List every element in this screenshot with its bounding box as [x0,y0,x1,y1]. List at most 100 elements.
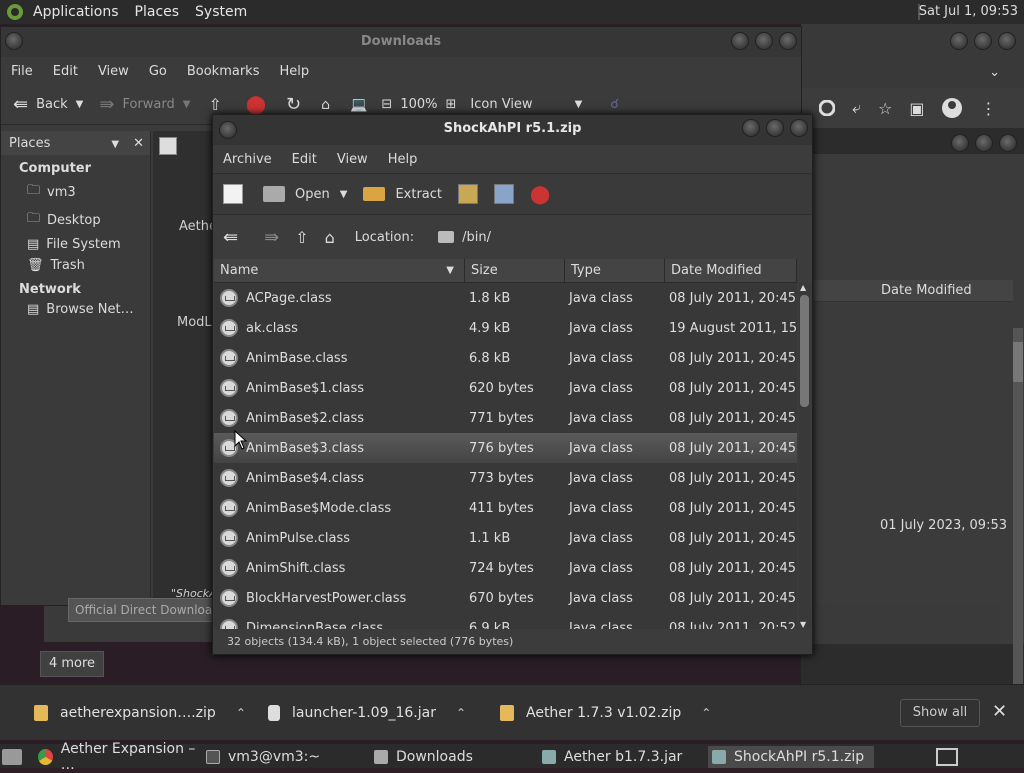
mate-logo-icon[interactable] [6,3,24,21]
location-path[interactable]: /bin/ [438,230,491,245]
menu-edit[interactable]: Edit [43,64,88,79]
sidebar-close-icon[interactable]: ✕ [133,136,144,151]
table-row[interactable]: AnimPulse.class 1.1 kB Java class 08 July 2… [214,523,797,553]
archive-close-button[interactable] [790,119,808,137]
show-all-button[interactable]: Show all [900,699,980,727]
forward-dropdown-icon[interactable]: ▼ [183,99,191,110]
menu-bookmarks[interactable]: Bookmarks [177,64,270,79]
menu-help[interactable]: Help [269,64,319,79]
forward-arrow-icon[interactable]: ⇛ [99,94,114,115]
more-button[interactable]: 4 more [40,651,104,677]
computer-icon[interactable]: 💻 [350,97,367,113]
google-icon[interactable] [819,100,835,116]
sidebar-header[interactable]: Places ▼ ✕ [1,131,150,155]
column-name[interactable]: Name ▼ [214,259,465,282]
file-list-scrollbar[interactable]: ▲ ▼ [799,283,810,629]
column-type[interactable]: Type [565,259,665,282]
sidebar-item-browse-network[interactable]: ▤ Browse Net… [1,299,150,320]
workspace-switcher[interactable] [936,746,958,768]
sidebar-item-desktop[interactable]: 🗀 Desktop [1,206,150,234]
chevron-up-icon[interactable]: ⌃ [236,706,246,720]
table-row[interactable]: ak.class 4.9 kB Java class 19 August 2011, … [214,313,797,343]
table-row[interactable]: AnimBase$1.class 620 bytes Java class 08 Ju… [214,373,797,403]
menu-view[interactable]: View [327,152,378,167]
sidebar-dropdown-icon[interactable]: ▼ [111,139,119,150]
inner-close-button[interactable] [999,134,1017,152]
fm-minimize-button[interactable] [731,32,749,50]
table-row[interactable]: AnimBase$4.class 773 bytes Java class 08 Ju… [214,463,797,493]
profile-icon[interactable] [941,97,963,119]
download-item-2[interactable]: launcher-1.09_16.jar ⌃ [268,699,466,727]
forward-button[interactable]: Forward [122,97,174,112]
taskbar-item-aether-jar[interactable]: Aether b1.7.3.jar [542,746,706,768]
edit-location-icon[interactable] [159,137,177,155]
column-date-modified[interactable]: Date Modified [665,259,797,282]
zoom-out-icon[interactable]: ⊟ [381,97,392,112]
taskbar-item-terminal[interactable]: vm3@vm3:~ [206,746,370,768]
taskbar-item-chrome[interactable]: Aether Expansion – … [38,741,202,773]
new-archive-icon[interactable] [223,184,243,204]
back-dropdown-icon[interactable]: ▼ [76,99,84,110]
menu-places[interactable]: Places [135,4,180,20]
close-button[interactable] [998,32,1016,50]
open-dropdown-icon[interactable]: ▼ [340,189,348,200]
up-icon[interactable]: ⇧ [208,95,221,114]
close-shelf-icon[interactable]: ✕ [992,701,1007,722]
extract-button[interactable]: Extract [395,187,442,202]
archive-maximize-button[interactable] [766,119,784,137]
more-menu-icon[interactable]: ⋮ [980,99,996,118]
table-row[interactable]: BlockHarvestPower.class 670 bytes Java cla… [214,583,797,613]
fm-close-button[interactable] [779,32,797,50]
up-icon[interactable]: ⇧ [295,228,308,247]
column-size[interactable]: Size [465,259,565,282]
taskbar-item-shockahpi[interactable]: ShockAhPI r5.1.zip [708,746,874,768]
sidebar-item-trash[interactable]: 🗑 Trash [1,255,150,276]
archive-window-menu-button[interactable] [219,121,237,139]
open-icon[interactable] [263,186,285,202]
archive-minimize-button[interactable] [742,119,760,137]
stop-icon[interactable]: ⬤ [530,184,550,205]
star-icon[interactable]: ☆ [878,99,892,118]
add-files-icon[interactable] [458,184,478,204]
stop-icon[interactable]: ⬤ [246,94,266,115]
sidebar-item-vm3[interactable]: 🗀 vm3 [1,178,150,206]
view-mode-select[interactable]: Icon View [470,97,532,112]
table-row[interactable]: AnimShift.class 724 bytes Java class 08 Jul… [214,553,797,583]
reload-icon[interactable]: ↻ [286,94,301,115]
download-item-3[interactable]: Aether 1.7.3 v1.02.zip ⌃ [500,699,711,727]
official-download-button[interactable]: Official Direct Download [68,598,227,622]
zoom-in-icon[interactable]: ⊞ [446,97,457,112]
menu-file[interactable]: File [1,64,43,79]
menu-archive[interactable]: Archive [213,152,282,167]
back-button[interactable]: Back [36,97,68,112]
column-date-modified[interactable]: Date Modified [813,280,1013,302]
share-icon[interactable]: ⤶ [852,98,861,118]
menu-help[interactable]: Help [378,152,428,167]
view-mode-dropdown-icon[interactable]: ▼ [575,99,583,110]
table-row[interactable]: AnimBase$3.class 776 bytes Java class 08 Ju… [214,433,797,463]
menu-view[interactable]: View [88,64,139,79]
scrollbar-thumb[interactable] [1013,342,1023,382]
menu-system[interactable]: System [195,4,247,20]
menu-edit[interactable]: Edit [282,152,327,167]
table-row[interactable]: AnimBase$Mode.class 411 bytes Java class 08… [214,493,797,523]
table-row[interactable]: ACPage.class 1.8 kB Java class 08 July 2011… [214,283,797,313]
fm-maximize-button[interactable] [755,32,773,50]
browser-scrollbar[interactable] [1013,328,1023,738]
menu-go[interactable]: Go [139,64,177,79]
table-row[interactable]: DimensionBase.class 6.9 kB Java class 08 Ju… [214,613,797,629]
back-icon[interactable]: ⇚ [223,227,238,248]
chevron-down-icon[interactable]: ⌄ [989,65,1000,80]
chevron-up-icon[interactable]: ⌃ [701,706,711,720]
back-arrow-icon[interactable]: ⇚ [13,94,28,115]
add-folder-icon[interactable] [494,184,514,204]
taskbar-item-downloads[interactable]: Downloads [374,746,538,768]
inner-minimize-button[interactable] [951,134,969,152]
sidebar-item-filesystem[interactable]: ▤ File System [1,234,150,255]
menu-applications[interactable]: Applications [33,4,119,20]
scroll-down-icon[interactable]: ▼ [800,620,806,629]
scrollbar-thumb[interactable] [800,295,809,407]
home-icon[interactable]: ⌂ [321,97,330,113]
scroll-up-icon[interactable]: ▲ [800,283,806,292]
forward-icon[interactable]: ⇛ [264,227,279,248]
